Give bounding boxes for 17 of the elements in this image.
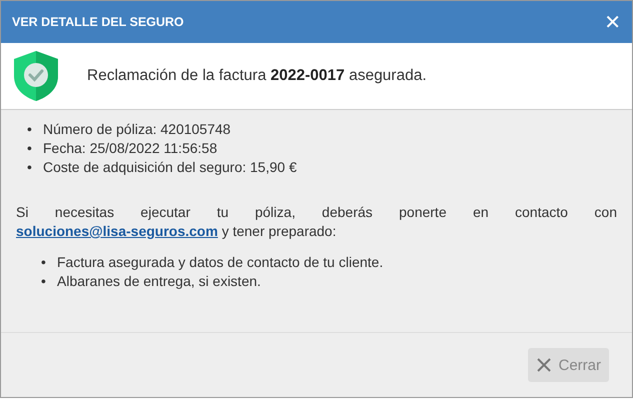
detail-item: Número de póliza: 420105748 [43,120,231,139]
shield-check-icon [13,50,59,102]
bullet: • [27,158,33,177]
close-icon [536,357,552,373]
bullet: • [41,253,47,272]
close-button[interactable]: ✕ [604,10,621,34]
detail-item: Coste de adquisición del seguro: 15,90 € [43,158,297,177]
requirement-item: Factura asegurada y datos de contacto de tu cliente. [57,253,384,272]
detail-item: Fecha: 25/08/2022 11:56:58 [43,139,218,158]
bullet: • [27,120,33,139]
email-link[interactable]: soluciones@lisa-seguros.com [16,223,218,239]
window-title: VER DETALLE DEL SEGURO [12,15,184,29]
bullet: • [27,139,33,158]
contact-paragraph: Si necesitas ejecutar tu póliza, deberás ponerte en contacto con soluciones@lisa-seguros.com y tener preparado: [16,203,617,241]
confirmation-message: Reclamación de la factura 2022-0017 asegurada. [87,67,427,85]
requirement-item: Albaranes de entrega, si existen. [57,272,261,291]
bullet: • [41,272,47,291]
